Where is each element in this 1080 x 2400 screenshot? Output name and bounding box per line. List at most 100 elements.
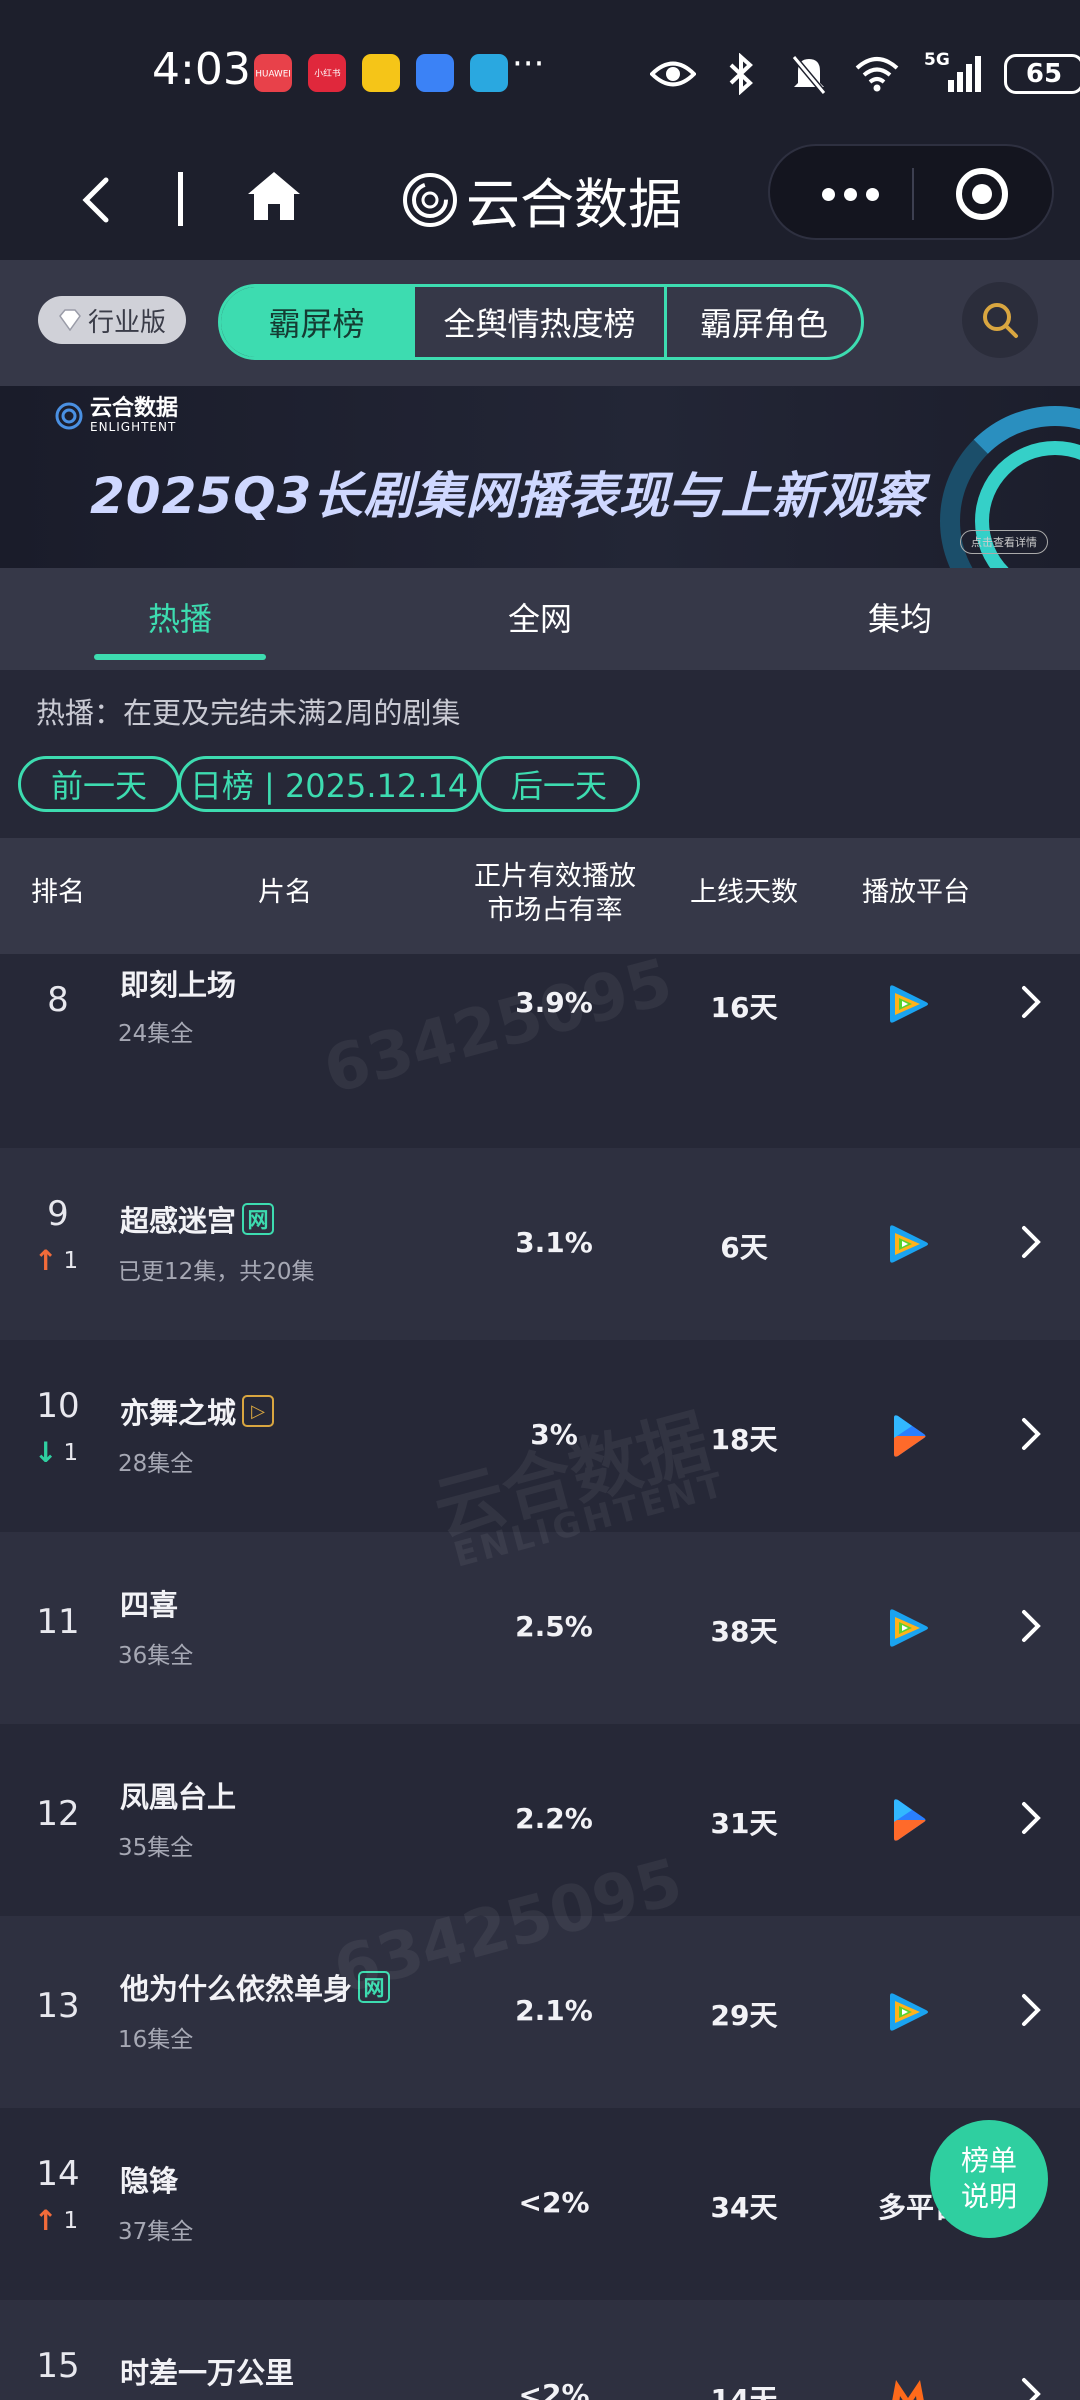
edition-badge[interactable]: 行业版: [38, 296, 186, 344]
close-mini-program-button[interactable]: [956, 168, 1008, 220]
episode-info: 28集全: [118, 1451, 194, 1477]
previous-day-button[interactable]: 前一天: [18, 756, 180, 812]
eye-icon: [650, 52, 696, 96]
chevron-right-icon[interactable]: [1016, 1414, 1046, 1454]
enlightent-logo-icon: [403, 172, 457, 227]
table-row[interactable]: 10 ↓ 1 亦舞之城 ▷ 28集全 3% 18天: [0, 1340, 1080, 1532]
banner-brand-en: ENLIGHTENT: [90, 420, 177, 434]
more-notifications-icon: ···: [512, 44, 545, 84]
drama-title: 超感迷宫网: [120, 1198, 275, 1240]
back-button[interactable]: [68, 170, 128, 230]
capsule-divider: [912, 168, 914, 220]
column-header-market-share-line2: 市场占有率: [487, 895, 623, 926]
segment-public-opinion-heat[interactable]: 全舆情热度榜: [415, 287, 667, 357]
tab-hot[interactable]: 热播: [80, 594, 280, 640]
youku-icon: [894, 1415, 926, 1457]
mute-bell-icon: [786, 52, 832, 96]
tencent-video-icon: [890, 1225, 928, 1263]
rank-number: 15: [36, 2346, 80, 2386]
more-options-button[interactable]: [810, 166, 890, 222]
table-row[interactable]: 8 即刻上场 24集全 3.9% 16天: [0, 956, 1080, 1148]
huawei-app-label: HUAWEI: [255, 67, 291, 79]
segment-screen-domination[interactable]: 霸屏榜: [221, 287, 415, 357]
drama-title: 他为什么依然单身网: [120, 1966, 391, 2008]
days-online-value: 31天: [710, 1807, 778, 1840]
chevron-right-icon[interactable]: [1016, 1990, 1046, 2030]
mini-program-capsule: [768, 144, 1054, 240]
tencent-video-icon: [890, 1993, 928, 2031]
rank-number: 12: [36, 1794, 80, 1834]
column-header-market-share: 正片有效播放 市场占有率: [440, 860, 670, 928]
days-online-value: 29天: [710, 1999, 778, 2032]
diamond-icon: [59, 309, 81, 331]
drama-tag-badge: 网: [242, 1203, 275, 1235]
wifi-icon: [854, 52, 900, 96]
platform-icon-wrapper: [868, 974, 948, 1034]
table-row[interactable]: 14 ↑ 1 隐锋 37集全 <2% 34天 多平台: [0, 2108, 1080, 2300]
brand-name: 云合数据: [466, 173, 682, 236]
ranking-explanation-button[interactable]: 榜单 说明: [930, 2120, 1048, 2238]
episode-info: 已更12集，共20集: [118, 1259, 315, 1285]
next-day-button[interactable]: 后一天: [478, 756, 640, 812]
ranking-explanation-line1: 榜单: [960, 2144, 1017, 2177]
drama-title: 隐锋: [120, 2158, 178, 2200]
rank-down-arrow-icon: ↓: [34, 1436, 58, 1469]
huawei-app-icon: HUAWEI: [254, 54, 292, 92]
tencent-video-icon: [890, 985, 928, 1023]
daily-ranking-date-selector[interactable]: 日榜 | 2025.12.14: [178, 756, 480, 812]
banner-detail-link[interactable]: 点击查看详情: [960, 530, 1048, 554]
segment-screen-roles[interactable]: 霸屏角色: [667, 287, 861, 357]
search-button[interactable]: [962, 282, 1038, 358]
table-row[interactable]: 12 凤凰台上 35集全 2.2% 31天: [0, 1724, 1080, 1916]
days-online-value: 14天: [710, 2383, 778, 2400]
table-row[interactable]: 15↓1时差一万公里已更26集，共40集<2%14天: [0, 2300, 1080, 2400]
market-share-value: 3%: [530, 1418, 578, 1451]
chevron-right-icon[interactable]: [1016, 2374, 1046, 2400]
home-icon: [248, 172, 300, 220]
battery-indicator: 65: [1004, 54, 1080, 94]
days-online-value: 6天: [720, 1231, 768, 1264]
status-time: 4:03: [152, 44, 251, 95]
platform-icon-wrapper: [868, 1214, 948, 1274]
rank-up-arrow-icon: ↑: [34, 2204, 58, 2237]
chevron-right-icon[interactable]: [1016, 982, 1046, 1022]
xiaohongshu-app-icon: 小红书: [308, 54, 346, 92]
market-share-value: 2.1%: [515, 1994, 593, 2027]
chevron-right-icon[interactable]: [1016, 1798, 1046, 1838]
home-button[interactable]: [242, 164, 306, 228]
banner-logo-icon: [55, 402, 83, 430]
drama-tag-badge: 网: [358, 1971, 391, 2003]
youku-icon: [894, 1799, 926, 1841]
tab-per-episode[interactable]: 集均: [800, 594, 1000, 640]
active-tab-indicator: [94, 654, 266, 660]
rank-change-value: 1: [63, 2207, 79, 2234]
drama-title-text: 即刻上场: [120, 968, 237, 1002]
platform-icon-wrapper: [868, 1790, 948, 1850]
promo-banner[interactable]: 云合数据 ENLIGHTENT 2025Q3长剧集网播表现与上新观察 点击查看详…: [0, 386, 1080, 568]
status-bar: 4:03 HUAWEI 小红书 ··· 5G 65: [0, 0, 1080, 140]
system-icons: 5G 65: [650, 50, 1080, 96]
market-share-value: 3.1%: [515, 1226, 593, 1259]
notification-icons: HUAWEI 小红书: [254, 54, 508, 92]
chevron-right-icon[interactable]: [1016, 1606, 1046, 1646]
edition-label: 行业版: [87, 307, 166, 338]
date-filter-area: 热播：在更及完结未满2周的剧集 前一天 日榜 | 2025.12.14 后一天: [0, 670, 1080, 838]
rank-change-value: 1: [63, 1247, 79, 1274]
chevron-right-icon[interactable]: [1016, 1222, 1046, 1262]
rank-change: ↓1: [34, 2396, 78, 2400]
banner-brand: 云合数据 ENLIGHTENT: [54, 398, 178, 434]
platform-icon-wrapper: [868, 1598, 948, 1658]
column-header-title: 片名: [258, 877, 312, 908]
mgtv-icon: [892, 2380, 924, 2400]
drama-title: 四喜: [120, 1582, 178, 1624]
episode-info: 35集全: [118, 1835, 194, 1861]
drama-title-text: 四喜: [120, 1588, 179, 1622]
tab-all-network[interactable]: 全网: [440, 594, 640, 640]
rank-number: 8: [47, 980, 69, 1020]
column-header-days-online: 上线天数: [690, 877, 798, 908]
episode-info: 24集全: [118, 1021, 194, 1047]
table-row[interactable]: 11 四喜 36集全 2.5% 38天: [0, 1532, 1080, 1724]
ranking-toolbar: 行业版 霸屏榜 全舆情热度榜 霸屏角色: [0, 260, 1080, 386]
table-row[interactable]: 9 ↑ 1 超感迷宫网已更12集，共20集 3.1% 6天: [0, 1148, 1080, 1340]
table-row[interactable]: 13 他为什么依然单身网 16集全 2.1% 29天: [0, 1916, 1080, 2108]
